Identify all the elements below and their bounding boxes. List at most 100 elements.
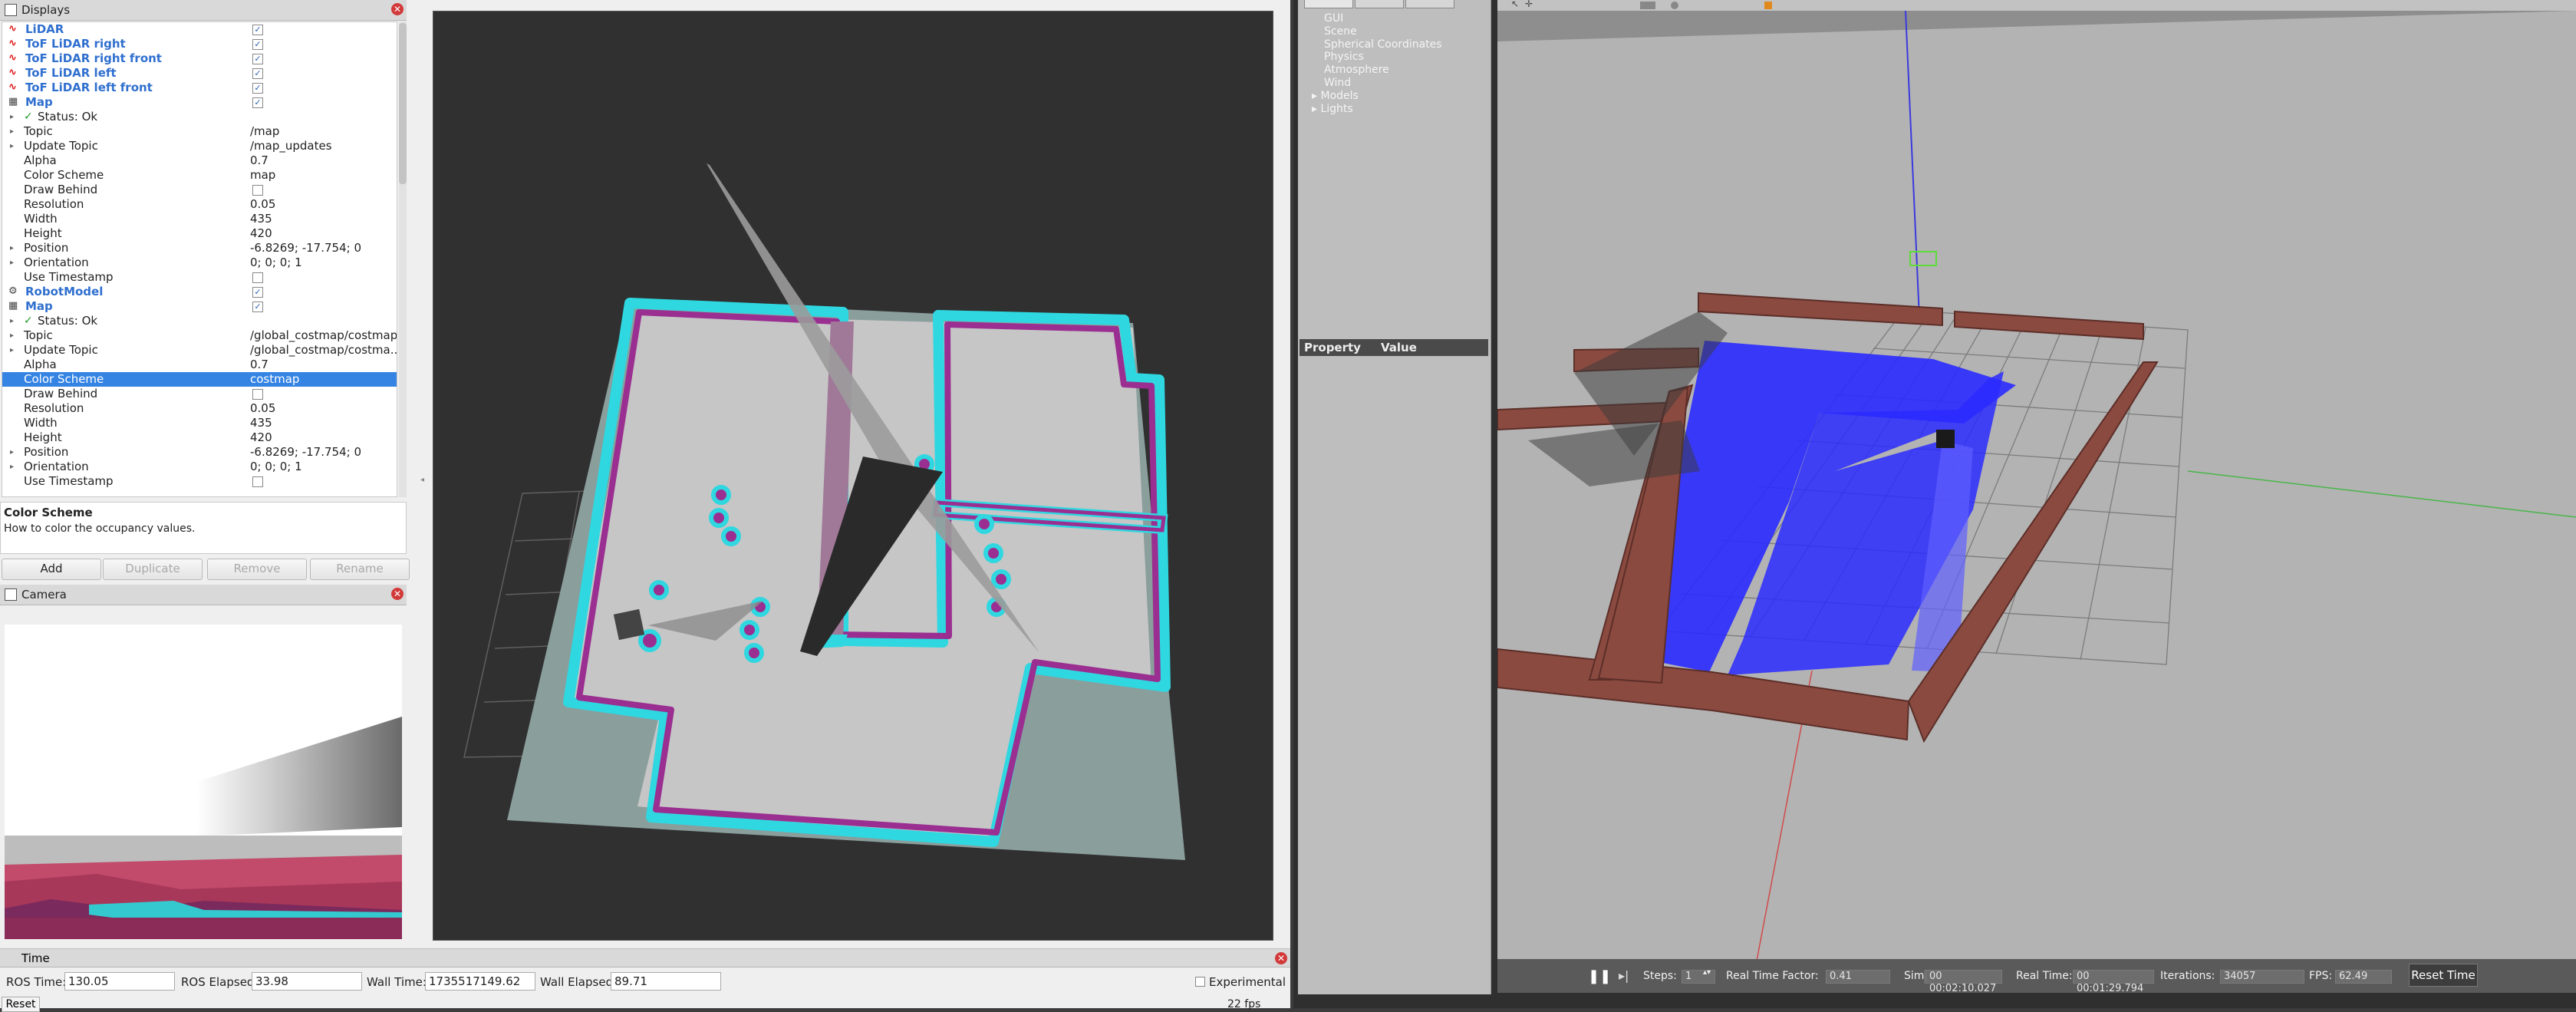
expand-arrow-icon[interactable]: ▸ (10, 328, 14, 343)
row-value[interactable]: 0.05 (250, 197, 275, 212)
enable-checkbox[interactable] (252, 389, 263, 400)
world-tree[interactable]: GUI Scene Spherical Coordinates Physics Atmo… (1304, 12, 1488, 120)
expand-arrow-icon[interactable]: ▸ (10, 124, 14, 139)
expand-arrow-icon[interactable]: ▸ (10, 110, 14, 124)
row-value[interactable]: /global_costmap/costma... (250, 343, 397, 358)
property-row[interactable]: ▸ Orientation 0; 0; 0; 1 (2, 460, 397, 474)
enable-checkbox[interactable]: ✓ (252, 97, 263, 108)
property-row[interactable]: Draw Behind (2, 387, 397, 401)
property-row[interactable]: ▸ Position -6.8269; -17.754; 0 (2, 241, 397, 255)
property-row[interactable]: Alpha 0.7 (2, 153, 397, 168)
light-icon[interactable] (1764, 2, 1772, 9)
expand-arrow-icon[interactable]: ▸ (1312, 103, 1320, 115)
expand-arrow-icon[interactable]: ▸ (10, 139, 14, 153)
property-row[interactable]: Alpha 0.7 (2, 358, 397, 372)
ros-time-field[interactable]: 130.05 (64, 972, 175, 991)
row-value[interactable]: -6.8269; -17.754; 0 (250, 445, 361, 460)
sphere-shape-icon[interactable] (1671, 2, 1678, 9)
enable-checkbox[interactable]: ✓ (252, 39, 263, 50)
property-row[interactable]: Use Timestamp (2, 474, 397, 489)
select-icon[interactable]: ↖ (1511, 0, 1519, 9)
enable-checkbox[interactable]: ✓ (252, 54, 263, 64)
world-item-wind[interactable]: Wind (1324, 77, 1351, 89)
row-value[interactable]: map (250, 168, 275, 183)
displays-tree[interactable]: ∿ LiDAR ✓ ∿ ToF LiDAR right ✓ ∿ ToF LiDAR right… (2, 21, 397, 497)
steps-spin-icon[interactable]: ▴▾ (1703, 968, 1711, 977)
tab-insert[interactable] (1355, 0, 1404, 8)
row-value[interactable]: 0; 0; 0; 1 (250, 255, 302, 270)
enable-checkbox[interactable]: ✓ (252, 68, 263, 79)
panel-splitter[interactable]: ◂ (420, 15, 428, 944)
display-item[interactable]: ▦ Map ✓ (2, 299, 397, 314)
translate-icon[interactable]: ✛ (1525, 0, 1533, 9)
row-value[interactable]: 420 (250, 226, 272, 241)
expand-arrow-icon[interactable]: ▸ (10, 255, 14, 270)
world-item-models[interactable]: ▸ Models (1312, 90, 1359, 102)
property-row[interactable]: ▸ Position -6.8269; -17.754; 0 (2, 445, 397, 460)
row-value[interactable]: 0.7 (250, 153, 268, 168)
property-row[interactable]: Resolution 0.05 (2, 401, 397, 416)
world-item-physics[interactable]: Physics (1324, 51, 1364, 63)
display-item[interactable]: ▦ Map ✓ (2, 95, 397, 110)
row-value[interactable]: /map (250, 124, 279, 139)
display-item[interactable]: ∿ ToF LiDAR left ✓ (2, 66, 397, 81)
enable-checkbox[interactable]: ✓ (252, 25, 263, 35)
close-icon[interactable]: ✕ (391, 588, 404, 600)
property-row[interactable]: Width 435 (2, 212, 397, 226)
enable-checkbox[interactable]: ✓ (252, 83, 263, 94)
remove-button[interactable]: Remove (207, 559, 307, 580)
row-value[interactable]: 0; 0; 0; 1 (250, 460, 302, 474)
enable-checkbox[interactable]: ✓ (252, 302, 263, 312)
enable-checkbox[interactable] (252, 272, 263, 283)
wall-elapsed-field[interactable]: 89.71 (611, 972, 721, 991)
world-item-gui[interactable]: GUI (1324, 12, 1343, 25)
property-row[interactable]: Resolution 0.05 (2, 197, 397, 212)
expand-arrow-icon[interactable]: ▸ (1312, 90, 1320, 102)
property-row[interactable]: Color Scheme map (2, 168, 397, 183)
expand-arrow-icon[interactable]: ▸ (10, 445, 14, 460)
close-icon[interactable]: ✕ (1275, 952, 1287, 964)
row-value[interactable]: -6.8269; -17.754; 0 (250, 241, 361, 255)
step-icon[interactable]: ▸| (1619, 968, 1629, 983)
property-row[interactable]: Height 420 (2, 226, 397, 241)
enable-checkbox[interactable] (252, 476, 263, 487)
box-shape-icon[interactable] (1640, 2, 1655, 9)
tab-world[interactable] (1304, 0, 1353, 8)
world-item-atmosphere[interactable]: Atmosphere (1324, 64, 1389, 76)
expand-arrow-icon[interactable]: ▸ (10, 314, 14, 328)
property-row[interactable]: ▸ Update Topic/map_updates (2, 139, 397, 153)
displays-scrollbar-thumb[interactable] (399, 23, 407, 184)
expand-arrow-icon[interactable]: ▸ (10, 241, 14, 255)
rviz-3d-view[interactable] (433, 11, 1273, 941)
tab-layers[interactable] (1405, 0, 1454, 8)
row-value[interactable]: 435 (250, 212, 272, 226)
enable-checkbox[interactable]: ✓ (252, 287, 263, 298)
pause-icon[interactable]: ❚❚ (1588, 968, 1611, 984)
ros-elapsed-field[interactable]: 33.98 (252, 972, 362, 991)
property-row[interactable]: ▸ Update Topic/global_costmap/costma... (2, 343, 397, 358)
duplicate-button[interactable]: Duplicate (103, 559, 203, 580)
property-row[interactable]: ▸ ✓ Status: Ok (2, 110, 397, 124)
close-icon[interactable]: ✕ (391, 3, 404, 15)
row-value[interactable]: 0.7 (250, 358, 268, 372)
rename-button[interactable]: Rename (310, 559, 410, 580)
property-row[interactable]: ▸ Topic/map (2, 124, 397, 139)
property-row[interactable]: ▸ Topic/global_costmap/costmap (2, 328, 397, 343)
display-item[interactable]: ∿ ToF LiDAR right front ✓ (2, 51, 397, 66)
display-item[interactable]: ∿ ToF LiDAR left front ✓ (2, 81, 397, 95)
property-row[interactable]: Color Scheme costmap (2, 372, 397, 387)
enable-checkbox[interactable] (252, 185, 263, 196)
property-row[interactable]: ▸ Orientation 0; 0; 0; 1 (2, 255, 397, 270)
property-row[interactable]: Width 435 (2, 416, 397, 430)
reset-time-button[interactable]: Reset Time (2409, 964, 2478, 987)
property-row[interactable]: Height 420 (2, 430, 397, 445)
row-value[interactable]: /map_updates (250, 139, 332, 153)
experimental-checkbox[interactable] (1195, 977, 1205, 987)
row-value[interactable]: costmap (250, 372, 299, 387)
row-value[interactable]: 420 (250, 430, 272, 445)
display-item[interactable]: ∿ LiDAR ✓ (2, 22, 397, 37)
reset-button[interactable]: Reset (2, 997, 40, 1012)
world-item-lights[interactable]: ▸ Lights (1312, 103, 1353, 115)
property-row[interactable]: Draw Behind (2, 183, 397, 197)
gazebo-3d-view[interactable] (1497, 11, 2576, 993)
